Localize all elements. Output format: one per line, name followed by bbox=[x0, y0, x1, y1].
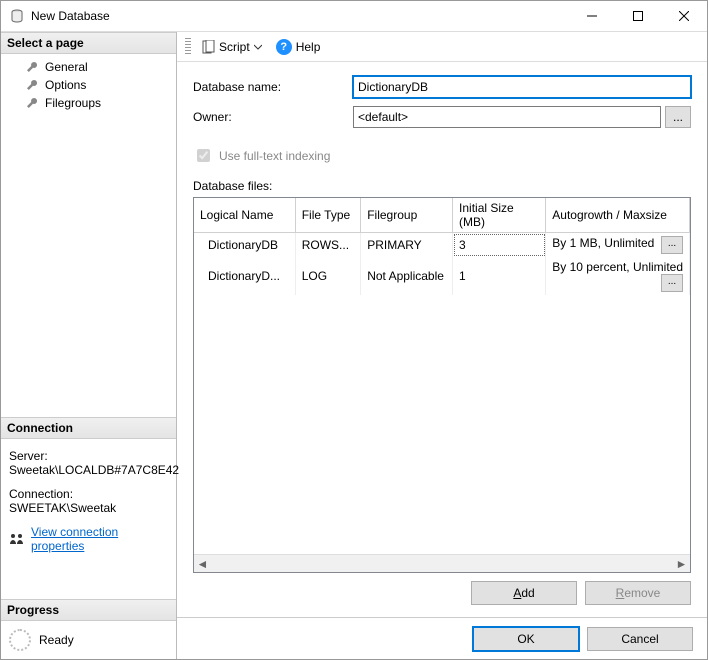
col-initial-size[interactable]: Initial Size (MB) bbox=[453, 198, 546, 233]
scroll-left-icon[interactable]: ◄ bbox=[194, 555, 211, 572]
horizontal-scrollbar[interactable]: ◄ ► bbox=[194, 554, 690, 572]
progress-spinner-icon bbox=[9, 629, 31, 651]
page-general[interactable]: General bbox=[7, 58, 170, 76]
autogrowth-edit-button[interactable]: ... bbox=[661, 274, 683, 292]
col-autogrowth[interactable]: Autogrowth / Maxsize bbox=[546, 198, 690, 233]
window-buttons bbox=[569, 1, 707, 31]
database-files-label: Database files: bbox=[193, 179, 691, 193]
wrench-icon bbox=[25, 60, 39, 74]
progress-header: Progress bbox=[1, 599, 176, 621]
help-label: Help bbox=[296, 40, 321, 54]
col-filegroup[interactable]: Filegroup bbox=[361, 198, 453, 233]
table-row[interactable]: DictionaryD... LOG Not Applicable 1 By 1… bbox=[194, 257, 690, 295]
cell-file-type[interactable]: ROWS... bbox=[295, 233, 361, 258]
scroll-right-icon[interactable]: ► bbox=[673, 555, 690, 572]
fulltext-checkbox bbox=[197, 149, 210, 162]
toolbar: Script ? Help bbox=[177, 32, 707, 62]
right-panel: Script ? Help Database name: Owner: ... bbox=[177, 32, 707, 659]
dialog-footer: OK Cancel bbox=[177, 617, 707, 659]
cell-filegroup[interactable]: PRIMARY bbox=[361, 233, 453, 258]
database-icon bbox=[9, 8, 25, 24]
wrench-icon bbox=[25, 78, 39, 92]
server-value: Sweetak\LOCALDB#7A7C8E42 bbox=[9, 463, 168, 477]
script-button[interactable]: Script bbox=[197, 38, 266, 56]
connection-props-icon bbox=[9, 532, 25, 546]
select-page-header: Select a page bbox=[1, 32, 176, 54]
owner-label: Owner: bbox=[193, 110, 353, 124]
progress-status: Ready bbox=[39, 633, 74, 647]
toolbar-grip bbox=[185, 38, 191, 56]
dialog-window: New Database Select a page General Optio… bbox=[0, 0, 708, 660]
owner-input[interactable] bbox=[353, 106, 661, 128]
server-label: Server: bbox=[9, 449, 168, 463]
window-title: New Database bbox=[31, 9, 569, 23]
script-icon bbox=[201, 40, 215, 54]
cell-logical-name[interactable]: DictionaryDB bbox=[194, 233, 295, 258]
cell-initial-size[interactable]: 3 bbox=[453, 233, 546, 258]
connection-label: Connection: bbox=[9, 487, 168, 501]
table-row[interactable]: DictionaryDB ROWS... PRIMARY 3 By 1 MB, … bbox=[194, 233, 690, 258]
add-button[interactable]: Add bbox=[471, 581, 577, 605]
autogrowth-edit-button[interactable]: ... bbox=[661, 236, 683, 254]
help-icon: ? bbox=[276, 39, 292, 55]
cell-logical-name[interactable]: DictionaryD... bbox=[194, 257, 295, 295]
cancel-button[interactable]: Cancel bbox=[587, 627, 693, 651]
cell-file-type[interactable]: LOG bbox=[295, 257, 361, 295]
ok-button[interactable]: OK bbox=[473, 627, 579, 651]
dbname-label: Database name: bbox=[193, 80, 353, 94]
close-button[interactable] bbox=[661, 1, 707, 31]
cell-initial-size[interactable]: 1 bbox=[453, 257, 546, 295]
cell-autogrowth[interactable]: By 1 MB, Unlimited... bbox=[546, 233, 690, 258]
script-label: Script bbox=[219, 40, 250, 54]
fulltext-label: Use full-text indexing bbox=[219, 149, 330, 163]
col-logical-name[interactable]: Logical Name bbox=[194, 198, 295, 233]
maximize-button[interactable] bbox=[615, 1, 661, 31]
connection-header: Connection bbox=[1, 417, 176, 439]
nav-label: Options bbox=[45, 78, 86, 92]
titlebar[interactable]: New Database bbox=[1, 1, 707, 32]
left-panel: Select a page General Options Filegroups… bbox=[1, 32, 177, 659]
cell-filegroup[interactable]: Not Applicable bbox=[361, 257, 453, 295]
remove-button: Remove bbox=[585, 581, 691, 605]
nav-label: Filegroups bbox=[45, 96, 101, 110]
nav-label: General bbox=[45, 60, 88, 74]
connection-value: SWEETAK\Sweetak bbox=[9, 501, 168, 515]
owner-browse-button[interactable]: ... bbox=[665, 106, 691, 128]
cell-autogrowth[interactable]: By 10 percent, Unlimited... bbox=[546, 257, 690, 295]
page-options[interactable]: Options bbox=[7, 76, 170, 94]
view-connection-properties-link[interactable]: View connection properties bbox=[31, 525, 168, 553]
database-files-grid[interactable]: Logical Name File Type Filegroup Initial… bbox=[193, 197, 691, 573]
col-file-type[interactable]: File Type bbox=[295, 198, 361, 233]
chevron-down-icon bbox=[254, 43, 262, 51]
minimize-button[interactable] bbox=[569, 1, 615, 31]
help-button[interactable]: ? Help bbox=[272, 37, 325, 57]
page-filegroups[interactable]: Filegroups bbox=[7, 94, 170, 112]
wrench-icon bbox=[25, 96, 39, 110]
dbname-input[interactable] bbox=[353, 76, 691, 98]
